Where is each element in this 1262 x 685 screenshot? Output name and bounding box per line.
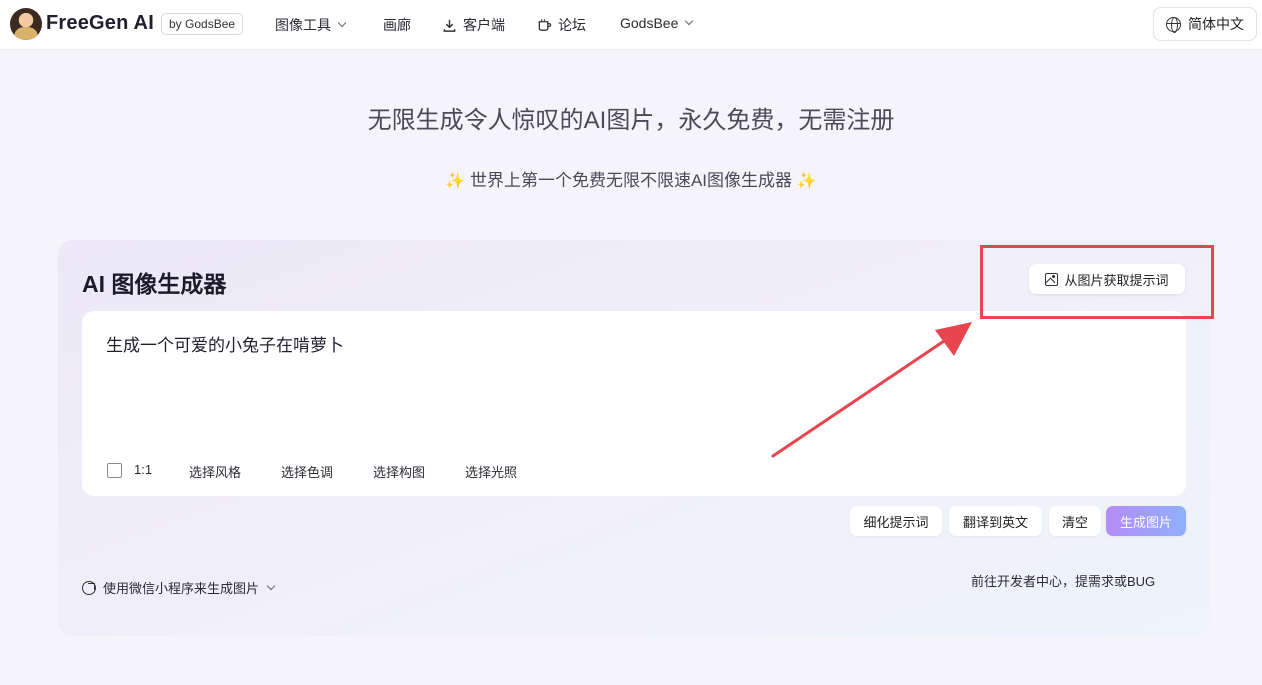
- nav-godsbee[interactable]: GodsBee: [620, 15, 694, 31]
- chevron-down-icon: [685, 16, 694, 26]
- logo-avatar-icon[interactable]: [10, 8, 42, 40]
- hero-title: 无限生成令人惊叹的AI图片，永久免费，无需注册: [367, 107, 895, 134]
- nav-image-tools[interactable]: 图像工具: [275, 15, 347, 35]
- nav-image-tools-label: 图像工具: [275, 17, 331, 33]
- refine-prompt-button[interactable]: 细化提示词: [850, 506, 942, 536]
- nav-forum[interactable]: 论坛: [537, 15, 586, 35]
- select-composition-option[interactable]: 选择构图: [373, 462, 425, 481]
- miniprogram-link[interactable]: 使用微信小程序来生成图片: [82, 578, 276, 597]
- hero-subtitle: ✨ 世界上第一个免费无限不限速AI图像生成器 ✨: [0, 166, 1262, 191]
- chevron-down-icon: [266, 581, 276, 590]
- nav-forum-label: 论坛: [558, 17, 586, 33]
- top-navbar: FreeGen AI by GodsBee 图像工具 画廊 客户端 论坛 God…: [0, 0, 1262, 50]
- nav-client[interactable]: 客户端: [442, 15, 505, 35]
- miniprogram-label: 使用微信小程序来生成图片: [103, 581, 260, 596]
- prompt-text[interactable]: 生成一个可爱的小兔子在啃萝卜: [106, 331, 344, 356]
- nav-client-label: 客户端: [463, 17, 505, 33]
- generator-title: AI 图像生成器: [82, 271, 227, 297]
- brand-name[interactable]: FreeGen AI: [46, 12, 154, 35]
- nav-godsbee-label: GodsBee: [620, 15, 679, 31]
- hero-subtitle-text: 世界上第一个免费无限不限速AI图像生成器: [469, 171, 793, 190]
- select-style-option[interactable]: 选择风格: [189, 462, 241, 481]
- nav-gallery-label: 画廊: [383, 17, 411, 33]
- select-lighting-option[interactable]: 选择光照: [465, 462, 517, 481]
- nav-gallery[interactable]: 画廊: [383, 15, 411, 35]
- cup-icon: [538, 18, 552, 31]
- sparkle-icon: ✨: [796, 173, 817, 190]
- aspect-ratio-checkbox[interactable]: [107, 463, 122, 478]
- language-selector[interactable]: 简体中文: [1153, 7, 1257, 41]
- clear-button[interactable]: 清空: [1049, 506, 1101, 536]
- select-tone-option[interactable]: 选择色调: [281, 462, 333, 481]
- external-link-icon: [82, 580, 96, 595]
- aspect-ratio-label[interactable]: 1:1: [134, 462, 152, 477]
- chevron-down-icon: [337, 18, 347, 28]
- developer-center-link[interactable]: 前往开发者中心，提需求或BUG: [971, 571, 1155, 590]
- translate-button[interactable]: 翻译到英文: [949, 506, 1042, 536]
- byline-badge[interactable]: by GodsBee: [161, 13, 244, 35]
- download-icon: [443, 19, 456, 32]
- sparkle-icon: ✨: [445, 173, 466, 190]
- language-label: 简体中文: [1188, 16, 1244, 32]
- globe-icon: [1166, 16, 1181, 33]
- generate-image-button[interactable]: 生成图片: [1106, 506, 1186, 536]
- annotation-highlight-box: [980, 245, 1214, 319]
